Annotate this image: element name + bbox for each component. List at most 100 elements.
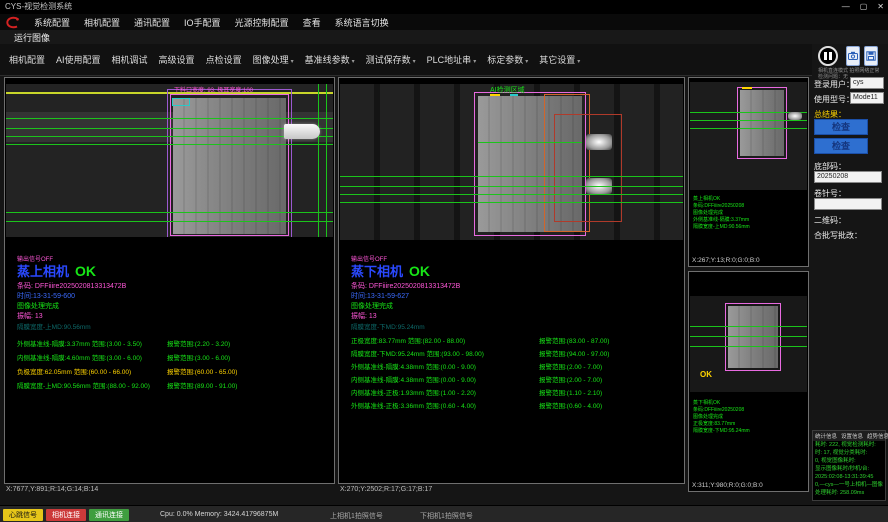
stat-line: 时: 17, 视觉分类耗时: — [813, 449, 885, 457]
qr-code-label: 二维码： — [814, 215, 846, 226]
menu-light-config[interactable]: 光源控制配置 — [229, 16, 295, 29]
camera-connection-badge: 相机连接 — [46, 509, 86, 521]
bright-spot — [586, 134, 612, 150]
tool-camera-config[interactable]: 相机配置 — [4, 49, 50, 70]
menu-language-switch[interactable]: 系统语言切换 — [329, 16, 395, 29]
preview-upper[interactable]: 蒸上相机OK 条码:DFFiiire20250208 图像处理完成 外侧基准线-… — [688, 77, 809, 267]
stat-line: 显示图像耗时/秒机/台: — [813, 465, 885, 473]
measure-line — [690, 120, 807, 121]
menu-camera-config[interactable]: 相机配置 — [78, 16, 126, 29]
stat-line: 处理耗时: 258.09ms — [813, 489, 885, 497]
chevron-down-icon: ▾ — [525, 59, 528, 65]
status-ok: OK — [75, 263, 96, 279]
width-overlay-text: 下料口宽度: 93. 极耳宽度:100 — [174, 85, 253, 94]
measurement-row: 外侧基准线-隔膜:4.38mm 范围:(0.00 - 9.00)报警范围:(2.… — [351, 361, 602, 371]
measurement-row: 内侧基准线-隔膜:4.60mm 范围:(3.00 - 6.00)报警范围:(3.… — [17, 352, 230, 362]
tool-plc-address[interactable]: PLC地址串▾ — [422, 49, 482, 70]
measure-line — [478, 142, 582, 143]
menu-io-config[interactable]: IO手配置 — [178, 16, 227, 29]
measure-line — [690, 326, 807, 327]
ok-overlay: OK — [700, 370, 712, 379]
app-window: CYS-视觉检测系统 — ▢ ✕ 系统配置 相机配置 通讯配置 IO手配置 光源… — [0, 0, 888, 522]
close-icon[interactable]: ✕ — [877, 0, 884, 14]
minimize-icon[interactable]: — — [842, 0, 850, 14]
preview-text-line: 蒸上相机OK — [693, 196, 720, 203]
preview-text-line: 隔膜宽度-上MD:90.56mm — [693, 224, 750, 231]
dim-note-line: 隔膜宽度-下MD:95.24mm — [351, 321, 425, 331]
roi-box-cyan — [172, 98, 190, 106]
camera-view-lower[interactable]: AI检测区域 输出信号OFF 蒸下相机OK 条码: DFFiiire202502… — [338, 77, 685, 484]
amplitude-line: 振幅: 13 — [351, 311, 377, 321]
cpu-memory-text: Cpu: 0.0% Memory: 3424.41796875M — [160, 511, 278, 518]
measure-line-vertical — [318, 84, 319, 237]
preview-image[interactable] — [690, 82, 807, 190]
amplitude-line: 振幅: 13 — [17, 311, 43, 321]
tool-baseline-params[interactable]: 基准线参数▾ — [300, 49, 360, 70]
model-field[interactable]: Mode11 — [850, 92, 884, 104]
save-icon-button[interactable] — [864, 46, 878, 66]
preview-text-line: 正极宽度:83.77mm — [693, 421, 735, 428]
chevron-down-icon: ▾ — [473, 59, 476, 65]
tool-ai-config[interactable]: AI使用配置 — [51, 49, 106, 70]
tool-other-settings[interactable]: 其它设置▾ — [534, 49, 585, 70]
menu-system-config[interactable]: 系统配置 — [28, 16, 76, 29]
status-bar: 心跳信号 相机连接 通讯连接 Cpu: 0.0% Memory: 3424.41… — [0, 505, 888, 522]
preview-text-line: 图像处理完成 — [693, 414, 723, 421]
tab-trend-info[interactable]: 趋势信息 — [867, 432, 888, 440]
stats-panel: 统计信息 设置信息 趋势信息 耗时: 222, 视觉检测耗时: 时: 17, 视… — [812, 430, 886, 501]
measure-line — [340, 194, 683, 195]
tab-settings-info[interactable]: 设置信息 — [841, 432, 863, 440]
login-user-field[interactable]: cys — [850, 77, 884, 89]
preview-coordinates: X:311;Y:980;R:0;G:0;B:0 — [692, 482, 763, 489]
preview-lower[interactable]: OK 蒸下相机OK 条码:DFFiiire20250208 图像处理完成 正极宽… — [688, 271, 809, 492]
process-line: 图像处理完成 — [17, 301, 59, 311]
tab-statistics[interactable]: 统计信息 — [815, 432, 837, 440]
camera-name: 蒸上相机 — [17, 264, 69, 279]
tab-run-image[interactable]: 运行图像 — [8, 31, 56, 44]
save-icon — [866, 51, 876, 61]
measure-line — [6, 221, 333, 222]
menu-comm-config[interactable]: 通讯配置 — [128, 16, 176, 29]
maximize-icon[interactable]: ▢ — [860, 0, 868, 14]
tool-spot-check[interactable]: 点检设置 — [201, 49, 247, 70]
stats-tabs: 统计信息 设置信息 趋势信息 — [813, 431, 885, 441]
pause-button[interactable] — [818, 46, 838, 66]
camera-image-upper[interactable]: 下料口宽度: 93. 极耳宽度:100 — [6, 84, 333, 237]
bright-spot — [788, 112, 802, 120]
stat-line: 0,—cys—一号上相机—图像 — [813, 481, 885, 489]
roi-frame-magenta — [737, 87, 787, 159]
roi-frame-magenta — [725, 303, 781, 371]
chevron-down-icon: ▾ — [291, 59, 294, 65]
upper-camera-signal-text: 上相机1拍照信号 — [330, 511, 383, 521]
stat-line: 耗时: 222, 视觉检测耗时: — [813, 441, 885, 449]
measure-line — [6, 118, 333, 119]
menu-view[interactable]: 查看 — [297, 16, 327, 29]
tool-test-save[interactable]: 测试保存数▾ — [361, 49, 421, 70]
tool-image-process[interactable]: 图像处理▾ — [248, 49, 299, 70]
cursor-coordinates-lower: X:270;Y:2502;R:17;G:17;B:17 — [340, 486, 432, 493]
roi-frame-red — [554, 114, 622, 222]
camera-icon — [848, 51, 858, 61]
model-label: 使用型号： — [814, 94, 854, 105]
measurement-row: 正极宽度:83.77mm 范围:(82.00 - 88.00)报警范围:(83.… — [351, 335, 609, 345]
tool-calibration[interactable]: 标定参数▾ — [482, 49, 533, 70]
camera-view-upper[interactable]: 下料口宽度: 93. 极耳宽度:100 输出信号OFF 蒸上相机OK 条码: D… — [4, 77, 335, 484]
comm-connection-badge: 通讯连接 — [89, 509, 129, 521]
tool-advanced[interactable]: 高级设置 — [154, 49, 200, 70]
camera-icon-button[interactable] — [846, 46, 860, 66]
info-panel: 登录用户： cys 使用型号： Mode11 总结果： 检查 检查 底部码： 2… — [812, 77, 886, 427]
preview-text-line: 条码:DFFiiire20250208 — [693, 407, 744, 414]
cursor-coordinates-upper: X:7677,Y:891;R:14;G:14;B:14 — [6, 486, 98, 493]
preview-image[interactable]: OK — [690, 296, 807, 392]
camera-image-lower[interactable]: AI检测区域 — [340, 84, 683, 240]
camera-result-title: 蒸下相机OK — [351, 261, 430, 281]
bottom-code-field[interactable]: 20250208 — [814, 171, 882, 183]
needle-number-field[interactable] — [814, 198, 882, 210]
pause-icon — [829, 52, 832, 60]
stat-line: 0, 视觉图像耗时: — [813, 457, 885, 465]
barcode-line: 条码: DFFiiire2025020813313472B — [17, 281, 126, 291]
status-ok: OK — [409, 263, 430, 279]
marker-yellow — [742, 87, 752, 89]
tool-camera-debug[interactable]: 相机调试 — [107, 49, 153, 70]
roi-frame-magenta — [170, 94, 289, 236]
